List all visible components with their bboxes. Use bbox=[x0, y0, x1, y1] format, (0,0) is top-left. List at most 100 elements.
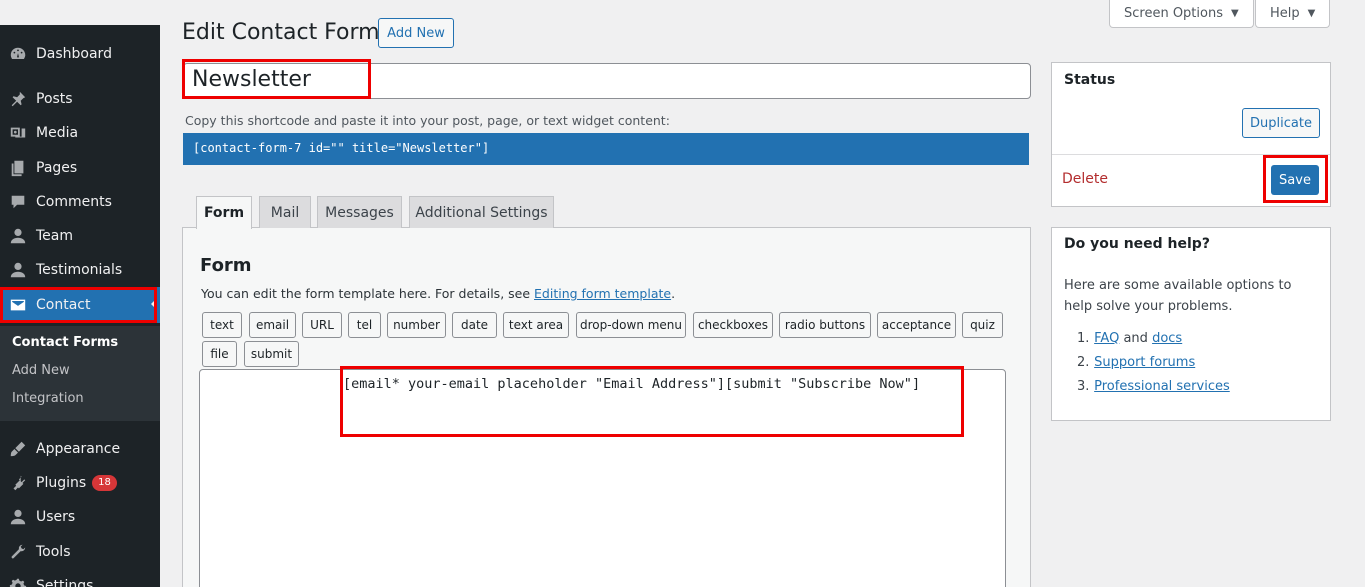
shortcode-field[interactable]: [contact-form-7 id="" title="Newsletter"… bbox=[183, 133, 1029, 165]
add-new-button[interactable]: Add New bbox=[378, 18, 454, 48]
dashboard-icon bbox=[0, 45, 36, 63]
screen-options-button[interactable]: Screen Options ▼ bbox=[1109, 0, 1254, 28]
duplicate-button[interactable]: Duplicate bbox=[1242, 108, 1320, 138]
page-title: Edit Contact Form bbox=[182, 20, 380, 45]
sidebar-item-media[interactable]: Media bbox=[0, 116, 160, 150]
admin-bar-gap bbox=[0, 0, 160, 25]
sidebar-item-dashboard[interactable]: Dashboard bbox=[0, 37, 160, 71]
sidebar-item-pages[interactable]: Pages bbox=[0, 151, 160, 185]
form-heading: Form bbox=[200, 255, 252, 276]
sidebar-item-label: Pages bbox=[36, 160, 78, 176]
plugins-update-badge: 18 bbox=[92, 475, 117, 491]
save-button[interactable]: Save bbox=[1271, 165, 1319, 195]
submenu-add-new[interactable]: Add New bbox=[12, 363, 70, 378]
list-number: 1. bbox=[1077, 331, 1090, 346]
sidebar-item-label: Testimonials bbox=[36, 262, 123, 278]
submenu-integration[interactable]: Integration bbox=[12, 391, 84, 406]
sidebar-item-posts[interactable]: Posts bbox=[0, 82, 160, 116]
tag-button-url[interactable]: URL bbox=[302, 312, 342, 338]
tag-button-number[interactable]: number bbox=[387, 312, 446, 338]
wrench-icon bbox=[0, 543, 36, 561]
support-forums-link[interactable]: Support forums bbox=[1094, 355, 1195, 370]
docs-link[interactable]: docs bbox=[1152, 331, 1182, 346]
tag-button-date[interactable]: date bbox=[452, 312, 497, 338]
faq-link[interactable]: FAQ bbox=[1094, 331, 1119, 346]
user-icon bbox=[0, 227, 36, 245]
user-icon bbox=[0, 261, 36, 279]
and-text: and bbox=[1119, 331, 1153, 346]
status-title: Status bbox=[1064, 72, 1116, 88]
help-button[interactable]: Help ▼ bbox=[1255, 0, 1331, 28]
submenu-contact-forms[interactable]: Contact Forms bbox=[12, 335, 118, 350]
contact-submenu: Contact Forms Add New Integration bbox=[0, 326, 160, 421]
sidebar-item-contact[interactable]: Contact bbox=[0, 287, 160, 323]
help-links-list: 1. FAQ and docs 2. Support forums 3. Pro… bbox=[1077, 327, 1230, 399]
current-menu-arrow bbox=[151, 299, 156, 309]
list-item: 1. FAQ and docs bbox=[1077, 327, 1230, 351]
caret-down-icon: ▼ bbox=[1307, 8, 1316, 19]
sidebar-item-label: Settings bbox=[36, 578, 94, 587]
envelope-icon bbox=[0, 296, 36, 314]
comments-icon bbox=[0, 193, 36, 211]
tag-button-quiz[interactable]: quiz bbox=[962, 312, 1003, 338]
screen-options-label: Screen Options bbox=[1124, 6, 1223, 21]
shortcode-hint: Copy this shortcode and paste it into yo… bbox=[185, 113, 670, 128]
sidebar-item-comments[interactable]: Comments bbox=[0, 185, 160, 219]
list-item: 2. Support forums bbox=[1077, 351, 1230, 375]
status-divider bbox=[1052, 154, 1330, 155]
tab-form[interactable]: Form bbox=[196, 196, 252, 229]
form-desc-end: . bbox=[671, 286, 676, 301]
tag-button-tel[interactable]: tel bbox=[348, 312, 381, 338]
pin-icon bbox=[0, 90, 36, 108]
sidebar-item-testimonials[interactable]: Testimonials bbox=[0, 253, 160, 287]
sidebar-item-team[interactable]: Team bbox=[0, 219, 160, 253]
delete-link[interactable]: Delete bbox=[1062, 171, 1108, 187]
sidebar-item-settings[interactable]: Settings bbox=[0, 569, 160, 587]
editing-form-template-link[interactable]: Editing form template bbox=[534, 286, 671, 301]
sidebar-item-label: Appearance bbox=[36, 441, 121, 457]
tag-button-text[interactable]: text bbox=[202, 312, 242, 338]
tab-messages[interactable]: Messages bbox=[317, 196, 402, 228]
tag-button-radio-buttons[interactable]: radio buttons bbox=[779, 312, 871, 338]
tag-button-submit[interactable]: submit bbox=[244, 341, 299, 367]
sidebar-item-plugins[interactable]: Plugins 18 bbox=[0, 466, 160, 500]
form-template-content: [email* your-email placeholder "Email Ad… bbox=[343, 376, 921, 392]
sidebar-item-tools[interactable]: Tools bbox=[0, 535, 160, 569]
professional-services-link[interactable]: Professional services bbox=[1094, 379, 1230, 394]
form-template-editor[interactable] bbox=[199, 369, 1006, 587]
tag-button-text-area[interactable]: text area bbox=[503, 312, 569, 338]
tag-button-checkboxes[interactable]: checkboxes bbox=[693, 312, 773, 338]
sidebar-item-label: Tools bbox=[36, 544, 71, 560]
sidebar-item-label: Contact bbox=[36, 297, 91, 313]
form-title-input[interactable]: Newsletter bbox=[183, 63, 1031, 99]
tag-button-file[interactable]: file bbox=[202, 341, 237, 367]
user-icon bbox=[0, 508, 36, 526]
list-number: 2. bbox=[1077, 355, 1090, 370]
sidebar-item-label: Posts bbox=[36, 91, 73, 107]
help-text: Here are some available options to help … bbox=[1064, 278, 1292, 314]
tag-button-acceptance[interactable]: acceptance bbox=[877, 312, 956, 338]
form-description: You can edit the form template here. For… bbox=[201, 286, 675, 301]
plug-icon bbox=[0, 474, 36, 492]
sidebar-item-label: Media bbox=[36, 125, 79, 141]
sidebar-item-label: Comments bbox=[36, 194, 112, 210]
sidebar-item-appearance[interactable]: Appearance bbox=[0, 432, 160, 466]
sidebar-item-users[interactable]: Users bbox=[0, 500, 160, 534]
help-title: Do you need help? bbox=[1064, 236, 1210, 252]
list-item: 3. Professional services bbox=[1077, 375, 1230, 399]
sidebar-item-label: Plugins bbox=[36, 475, 87, 491]
list-number: 3. bbox=[1077, 379, 1090, 394]
caret-down-icon: ▼ bbox=[1231, 8, 1239, 19]
gear-icon bbox=[0, 577, 36, 587]
help-label: Help bbox=[1270, 6, 1300, 21]
brush-icon bbox=[0, 440, 36, 458]
sidebar-item-label: Team bbox=[36, 228, 74, 244]
tab-additional-settings[interactable]: Additional Settings bbox=[409, 196, 554, 228]
admin-sidebar: Dashboard Posts Media Pages Comments Tea… bbox=[0, 0, 160, 587]
media-icon bbox=[0, 124, 36, 142]
tag-button-email[interactable]: email bbox=[249, 312, 296, 338]
page-scrollbar[interactable] bbox=[1358, 0, 1365, 587]
form-desc-text: You can edit the form template here. For… bbox=[201, 286, 535, 301]
tag-button-drop-down-menu[interactable]: drop-down menu bbox=[576, 312, 686, 338]
tab-mail[interactable]: Mail bbox=[259, 196, 311, 228]
